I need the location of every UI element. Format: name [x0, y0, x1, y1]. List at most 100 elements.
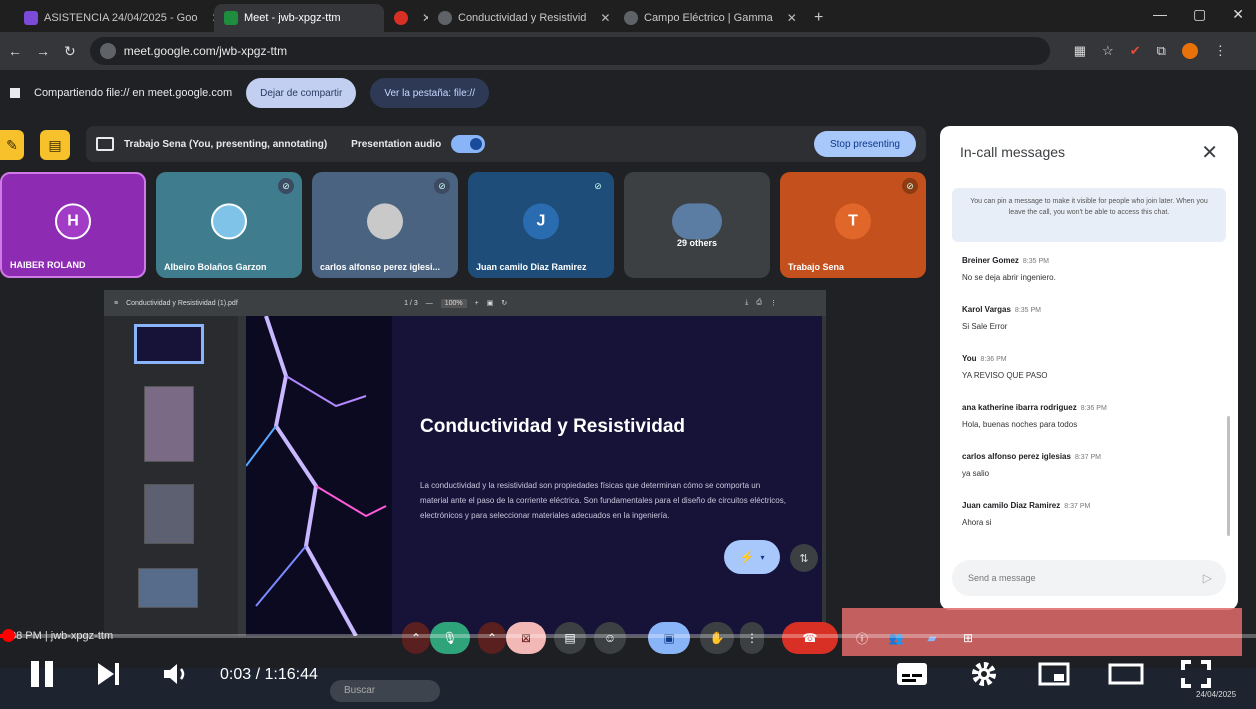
page-thumbnail[interactable]: [138, 568, 198, 608]
next-button[interactable]: [94, 654, 124, 694]
chat-message: ana katherine ibarra rodriguez 8:36 PM Ho…: [962, 403, 1222, 452]
tab-recording[interactable]: ✕: [384, 4, 428, 32]
chat-message: carlos alfonso perez iglesias 8:37 PM ya …: [962, 452, 1222, 501]
zoom-in-icon[interactable]: +: [475, 300, 479, 307]
message-time: 8:36 PM: [980, 356, 1007, 363]
sender-name: Juan camilo Diaz Ramirez: [962, 501, 1061, 510]
download-icon[interactable]: ⤓: [745, 299, 748, 307]
participant-name: Juan camilo Diaz Ramirez: [476, 262, 587, 272]
pdf-viewer: ≡ Conductividad y Resistividad (1).pdf 1…: [104, 290, 826, 636]
meet-icon: [224, 11, 238, 25]
zoom-level: 100%: [440, 298, 467, 308]
annotation-tool-button[interactable]: ⚡ ▾: [724, 540, 780, 574]
fit-page-icon[interactable]: ▣: [487, 299, 494, 307]
lightning-icon: ⚡: [739, 550, 755, 564]
chat-message: Juan camilo Diaz Ramirez 8:37 PM Ahora si: [962, 501, 1222, 550]
url-text: meet.google.com/jwb-xpgz-ttm: [123, 44, 288, 58]
close-icon[interactable]: ✕: [1201, 140, 1218, 165]
minimize-icon[interactable]: —: [1153, 6, 1167, 23]
mic-off-icon: ⊘: [434, 178, 450, 194]
lightning-graphic: [246, 316, 387, 636]
theater-mode-button[interactable]: [1104, 654, 1148, 694]
volume-button[interactable]: [160, 654, 192, 694]
sharing-bar: Compartiendo file:// en meet.google.com …: [0, 70, 1256, 116]
tab-label: Meet - jwb-xpgz-ttm: [244, 12, 341, 24]
send-icon[interactable]: ▷: [1203, 571, 1212, 585]
gear-icon: [972, 662, 996, 686]
miniplayer-icon: [1038, 662, 1070, 686]
message-time: 8:36 PM: [1080, 405, 1107, 412]
page-thumbnail[interactable]: [144, 484, 194, 544]
tab-conductividad[interactable]: Conductividad y Resistivid ✕: [428, 4, 614, 32]
close-icon[interactable]: ✕: [600, 11, 610, 25]
in-call-messages-panel: In-call messages ✕ You can pin a message…: [940, 126, 1238, 610]
tab-asistencia[interactable]: ASISTENCIA 24/04/2025 - Goo ✕: [14, 4, 214, 32]
subtitles-icon: [897, 663, 927, 685]
page-thumbnail[interactable]: [134, 324, 204, 364]
tab-meet[interactable]: Meet - jwb-xpgz-ttm: [214, 4, 384, 32]
page-thumbnail[interactable]: [144, 386, 194, 462]
menu-icon[interactable]: ≡: [114, 300, 118, 307]
swap-icon[interactable]: ⇅: [790, 544, 818, 572]
menu-icon[interactable]: ⋮: [1214, 43, 1227, 59]
miniplayer-button[interactable]: [1034, 654, 1074, 694]
avatar-group: [672, 203, 722, 240]
maximize-icon[interactable]: ▢: [1193, 6, 1206, 23]
others-count: 29 others: [676, 238, 718, 248]
scrubber-handle[interactable]: [2, 629, 15, 642]
print-icon[interactable]: ⎙: [756, 299, 762, 307]
more-icon[interactable]: ⋮: [770, 299, 777, 307]
omnibox[interactable]: meet.google.com/jwb-xpgz-ttm: [89, 37, 1050, 65]
message-input[interactable]: Send a message ▷: [952, 560, 1226, 596]
participant-strip: H HAIBER ROLAND ⊘ Albeiro Bolaños Garzon…: [0, 172, 930, 280]
translate-icon[interactable]: ▦: [1074, 43, 1086, 59]
close-icon[interactable]: ✕: [787, 11, 797, 25]
chat-scrollbar[interactable]: [1227, 416, 1230, 536]
participant-tile[interactable]: ⊘ carlos alfonso perez iglesi...: [312, 172, 458, 278]
close-window-icon[interactable]: ✕: [1232, 6, 1244, 23]
chat-notice: You can pin a message to make it visible…: [952, 188, 1226, 242]
forward-icon[interactable]: →: [36, 43, 50, 59]
subtitles-button[interactable]: [892, 654, 932, 694]
avatar: J: [523, 203, 559, 240]
tab-label: Conductividad y Resistivid: [458, 12, 587, 24]
profile-avatar[interactable]: [1181, 43, 1198, 59]
message-text: Hola, buenas noches para todos: [962, 420, 1078, 429]
video-progress-bar[interactable]: [0, 629, 1256, 642]
extension-check-icon[interactable]: ✔: [1130, 43, 1141, 59]
message-text: ya salio: [962, 469, 990, 478]
rotate-icon[interactable]: ↻: [501, 299, 507, 307]
participant-tile[interactable]: H HAIBER ROLAND: [0, 172, 146, 278]
reload-icon[interactable]: ↻: [64, 43, 76, 60]
bookmark-star-icon[interactable]: ☆: [1102, 43, 1114, 59]
tab-strip: ASISTENCIA 24/04/2025 - Goo ✕ Meet - jwb…: [0, 0, 1256, 32]
fullscreen-button[interactable]: [1176, 654, 1216, 694]
tab-label: ASISTENCIA 24/04/2025 - Goo: [44, 12, 198, 24]
forms-icon: [24, 11, 38, 25]
others-tile[interactable]: 29 others: [624, 172, 770, 278]
tab-campo-electrico[interactable]: Campo Eléctrico | Gamma ✕: [614, 4, 804, 32]
presentation-audio-toggle[interactable]: [451, 135, 486, 153]
settings-button[interactable]: [964, 654, 1004, 694]
participant-tile[interactable]: T ⊘ Trabajo Sena: [780, 172, 926, 278]
back-icon[interactable]: ←: [8, 43, 22, 59]
participant-tile[interactable]: ⊘ Albeiro Bolaños Garzon: [156, 172, 302, 278]
present-screen-icon: [96, 137, 114, 151]
pause-button[interactable]: [24, 654, 60, 694]
stop-sharing-button[interactable]: Dejar de compartir: [246, 78, 357, 108]
zoom-out-icon[interactable]: —: [426, 300, 433, 307]
site-info-icon[interactable]: [99, 43, 116, 59]
view-tab-button[interactable]: Ver la pestaña: file://: [370, 78, 489, 108]
participant-name: Albeiro Bolaños Garzon: [164, 262, 267, 272]
annotate-board-button[interactable]: ▤: [40, 130, 70, 160]
pdf-filename: Conductividad y Resistividad (1).pdf: [126, 299, 238, 307]
new-tab-button[interactable]: +: [804, 4, 833, 32]
annotate-pen-button[interactable]: ✎: [0, 130, 24, 160]
avatar: [211, 203, 247, 240]
participant-tile[interactable]: J ⊘ Juan camilo Diaz Ramirez: [468, 172, 614, 278]
puzzle-icon[interactable]: ⧉: [1157, 43, 1166, 59]
message-text: YA REVISO QUE PASO: [962, 371, 1048, 380]
sender-name: You: [962, 354, 977, 363]
stop-presenting-button[interactable]: Stop presenting: [813, 131, 916, 157]
chat-message: You 8:36 PM YA REVISO QUE PASO: [962, 354, 1222, 403]
